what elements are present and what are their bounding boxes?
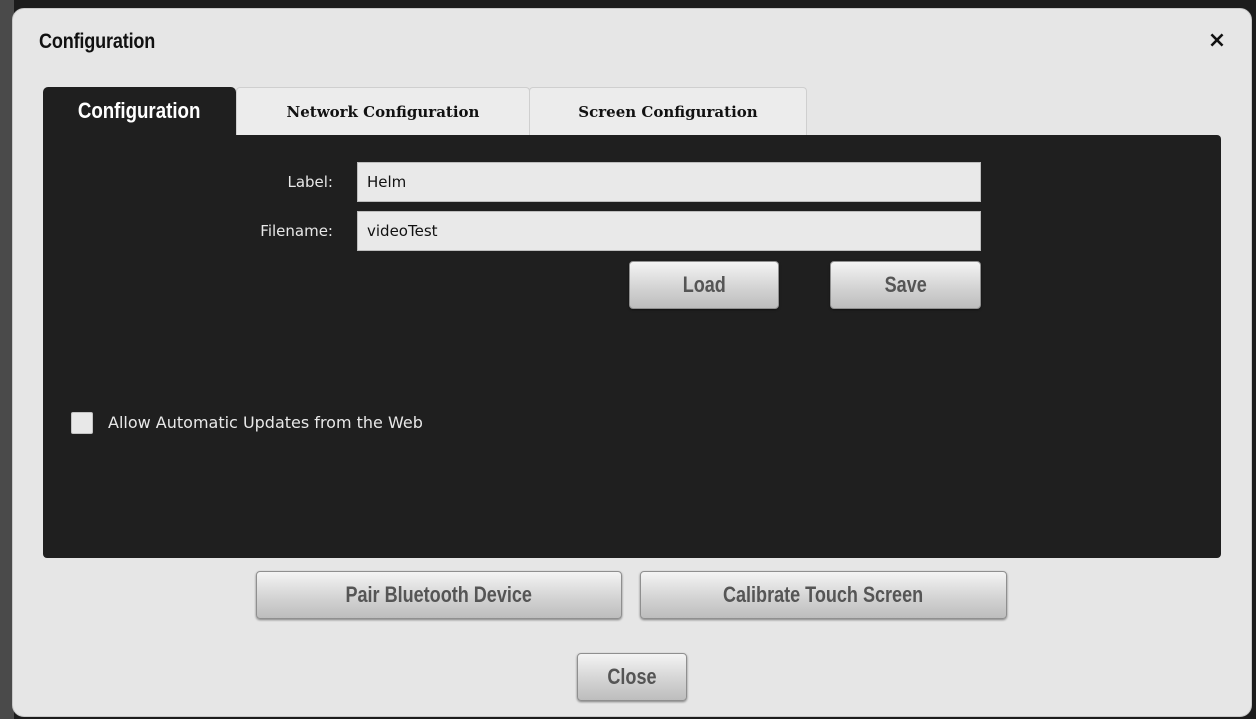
tab-network-configuration[interactable]: Network Configuration — [236, 87, 530, 135]
filename-caption: Filename: — [260, 222, 333, 240]
dialog-title: Configuration — [39, 30, 156, 53]
close-button[interactable]: Close — [577, 653, 687, 701]
save-button[interactable]: Save — [830, 261, 981, 309]
close-button-label: Close — [607, 664, 657, 689]
calibrate-touch-screen-label: Calibrate Touch Screen — [723, 582, 924, 607]
label-caption: Label: — [287, 173, 333, 191]
tab-screen-configuration-label: Screen Configuration — [578, 102, 758, 121]
close-icon[interactable]: × — [1207, 30, 1227, 52]
load-button[interactable]: Load — [629, 261, 779, 309]
tab-configuration[interactable]: Configuration — [43, 87, 236, 135]
calibrate-touch-screen-button[interactable]: Calibrate Touch Screen — [640, 571, 1007, 619]
tab-configuration-label: Configuration — [78, 98, 201, 123]
save-button-label: Save — [884, 272, 927, 297]
tab-network-configuration-label: Network Configuration — [286, 102, 480, 121]
filename-field[interactable]: videoTest — [357, 211, 981, 251]
label-field[interactable]: Helm — [357, 162, 981, 202]
configuration-dialog: Configuration × Configuration Network Co… — [12, 8, 1252, 717]
pair-bluetooth-button[interactable]: Pair Bluetooth Device — [256, 571, 622, 619]
load-button-label: Load — [682, 272, 726, 297]
tab-screen-configuration[interactable]: Screen Configuration — [529, 87, 807, 135]
auto-update-label: Allow Automatic Updates from the Web — [108, 413, 423, 432]
pair-bluetooth-label: Pair Bluetooth Device — [345, 582, 533, 607]
configuration-panel: Label: Helm Filename: videoTest Load Sav… — [43, 135, 1221, 558]
auto-update-checkbox[interactable] — [71, 412, 93, 434]
